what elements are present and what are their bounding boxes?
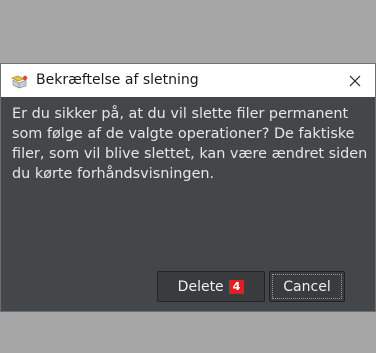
dialog-title: Bekræftelse af sletning (36, 72, 199, 88)
confirm-delete-dialog: Bekræftelse af sletning Er du sikker på,… (0, 63, 376, 312)
cancel-button-label: Cancel (283, 278, 331, 295)
delete-button[interactable]: Delete 4 (157, 271, 265, 302)
message-line: som følge af de valgte operationer? De f… (12, 126, 355, 142)
delete-button-label: Delete (177, 278, 224, 295)
close-button[interactable] (341, 67, 369, 94)
message-line: Er du sikker på, at du vil slette filer … (12, 106, 349, 122)
cancel-button[interactable]: Cancel (269, 271, 345, 302)
close-icon (349, 75, 361, 86)
dialog-titlebar[interactable]: Bekræftelse af sletning (1, 64, 375, 97)
delete-count-badge: 4 (228, 279, 245, 294)
dialog-message: Er du sikker på, at du vil slette filer … (12, 104, 368, 184)
message-line: du kørte forhåndsvisningen. (12, 166, 215, 182)
message-line: filer, som vil blive slettet, kan være æ… (12, 146, 368, 162)
delete-confirm-icon (11, 74, 29, 89)
